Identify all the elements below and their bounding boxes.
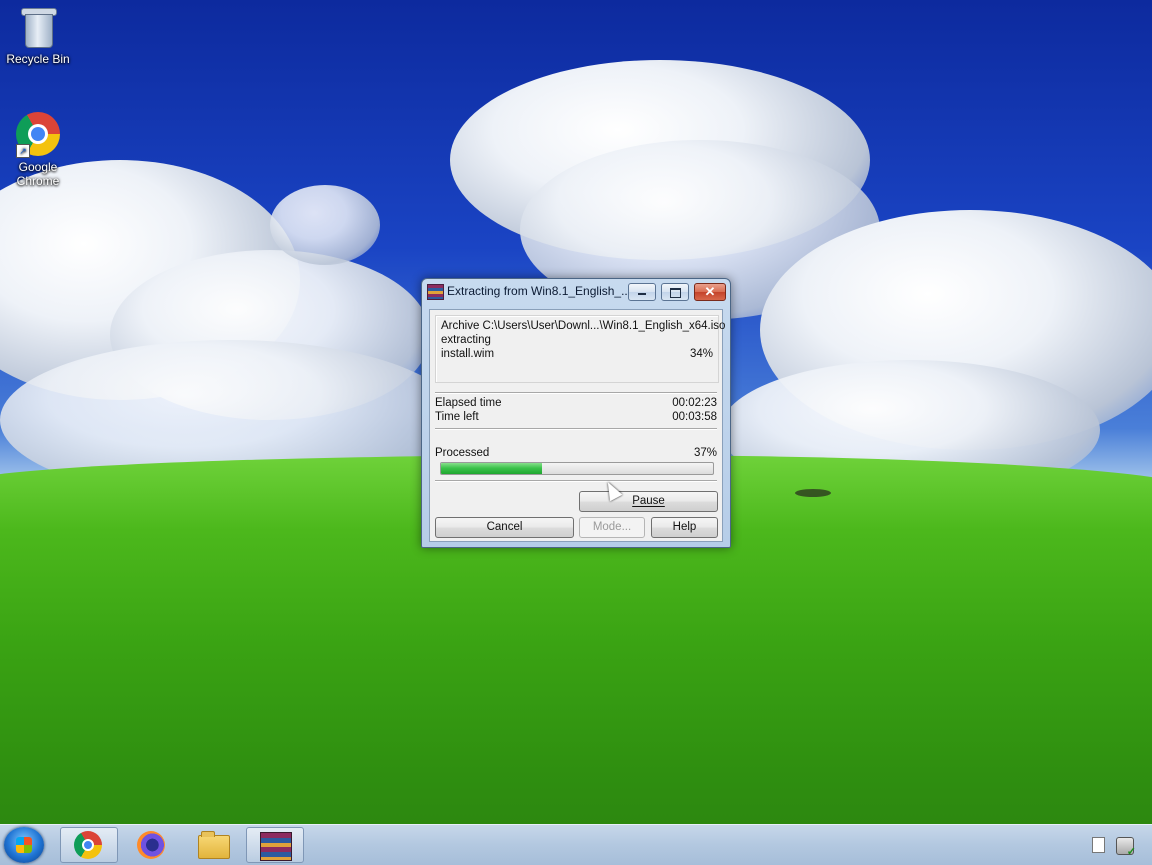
cancel-button-label: Cancel — [486, 521, 523, 533]
pause-button[interactable]: Pause — [579, 491, 718, 512]
help-button[interactable]: Help — [651, 517, 718, 538]
timeleft-row: Time left 00:03:58 — [435, 411, 717, 425]
elapsed-label: Elapsed time — [435, 397, 502, 409]
taskbar-item-chrome[interactable] — [60, 827, 118, 863]
shortcut-arrow-icon: ↗ — [16, 144, 30, 158]
winrar-icon — [427, 284, 444, 300]
firefox-icon — [137, 831, 165, 859]
extract-dialog: Extracting from Win8.1_English_... ✕ Arc… — [421, 278, 731, 548]
divider — [435, 428, 717, 430]
extract-status: extracting — [441, 334, 491, 346]
distant-trees — [795, 489, 831, 497]
maximize-button[interactable] — [661, 283, 689, 301]
desktop-icon-google-chrome[interactable]: ↗ Google Chrome — [0, 110, 76, 188]
help-button-label: Help — [672, 521, 697, 533]
cloud — [270, 185, 380, 265]
dialog-body: Archive C:\Users\User\Downl...\Win8.1_En… — [429, 309, 726, 542]
taskbar-item-file-explorer[interactable] — [184, 827, 242, 863]
recycle-bin-icon — [21, 8, 57, 48]
current-file-name: install.wim — [441, 348, 495, 360]
timeleft-value: 00:03:58 — [672, 411, 717, 423]
desktop-icon-label: Recycle Bin — [6, 52, 70, 66]
taskbar-item-firefox[interactable] — [122, 827, 180, 863]
network-icon[interactable] — [1116, 837, 1136, 858]
pause-button-label: Pause — [632, 495, 665, 507]
timeleft-label: Time left — [435, 411, 479, 423]
chrome-icon: ↗ — [16, 112, 60, 158]
processed-label: Processed — [435, 447, 490, 459]
progress-fill — [441, 463, 542, 474]
processed-percent: 37% — [693, 447, 717, 459]
chrome-icon — [74, 831, 102, 859]
mode-button[interactable]: Mode... — [579, 517, 645, 538]
processed-row: Processed 37% — [435, 447, 717, 461]
divider — [435, 392, 717, 394]
archive-info-box: Archive C:\Users\User\Downl...\Win8.1_En… — [435, 315, 726, 383]
archive-path: Archive C:\Users\User\Downl...\Win8.1_En… — [441, 320, 726, 332]
document-icon[interactable] — [1092, 837, 1105, 853]
taskbar-item-winrar[interactable] — [246, 827, 304, 863]
elapsed-value: 00:02:23 — [672, 397, 717, 409]
processed-progress-bar — [440, 462, 714, 475]
minimize-icon — [638, 293, 646, 295]
close-button[interactable]: ✕ — [694, 283, 726, 301]
desktop-icon-label: Google Chrome — [16, 160, 60, 188]
folder-icon — [198, 831, 230, 859]
minimize-button[interactable] — [628, 283, 656, 301]
close-icon: ✕ — [704, 284, 716, 299]
winrar-icon — [260, 832, 292, 861]
windows-logo-icon — [16, 837, 32, 853]
current-file-row: install.wim 34% — [441, 348, 713, 362]
system-tray — [1092, 835, 1142, 858]
taskbar — [0, 824, 1152, 865]
mode-button-label: Mode... — [592, 521, 632, 533]
cancel-button[interactable]: Cancel — [435, 517, 574, 538]
divider — [435, 480, 717, 482]
elapsed-row: Elapsed time 00:02:23 — [435, 397, 717, 411]
start-button[interactable] — [4, 827, 44, 863]
desktop-icon-recycle-bin[interactable]: Recycle Bin — [0, 4, 76, 66]
maximize-icon — [670, 288, 681, 298]
current-file-percent: 34% — [689, 348, 713, 360]
dialog-titlebar[interactable]: Extracting from Win8.1_English_... ✕ — [422, 279, 730, 303]
dialog-title: Extracting from Win8.1_English_... — [447, 284, 627, 298]
